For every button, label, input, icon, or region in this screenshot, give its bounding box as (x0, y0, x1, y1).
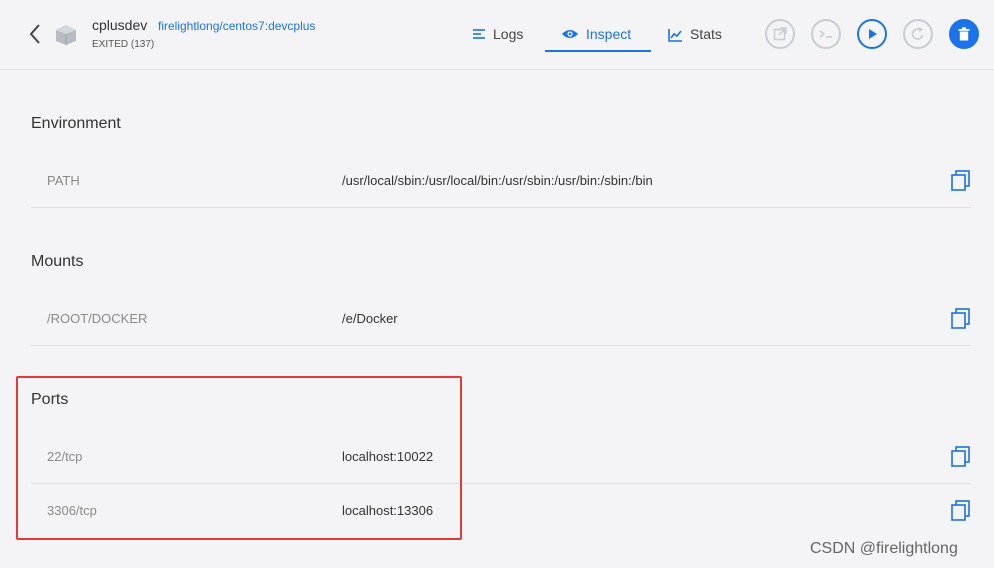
open-in-browser-button[interactable] (765, 19, 795, 49)
container-header: cplusdev firelightlong/centos7:devcplus … (0, 0, 994, 70)
cli-icon (819, 30, 832, 38)
env-value: /usr/local/sbin:/usr/local/bin:/usr/sbin… (342, 173, 653, 188)
watermark: CSDN @firelightlong (810, 540, 958, 557)
tab-stats[interactable]: Stats (668, 18, 722, 52)
container-icon (56, 25, 76, 45)
tab-inspect-label: Inspect (586, 26, 632, 42)
stats-icon (668, 29, 682, 42)
restart-icon (911, 27, 924, 40)
copy-icon[interactable] (951, 446, 971, 468)
env-key: PATH (47, 173, 80, 188)
tab-logs-label: Logs (493, 26, 524, 42)
mount-row: /ROOT/DOCKER /e/Docker (31, 292, 971, 346)
open-in-browser-icon (773, 27, 787, 41)
tab-stats-label: Stats (690, 26, 722, 42)
mount-value: /e/Docker (342, 311, 398, 326)
environment-section-title: Environment (31, 115, 121, 132)
delete-icon (958, 27, 970, 41)
cli-button[interactable] (811, 19, 841, 49)
env-row: PATH /usr/local/sbin:/usr/local/bin:/usr… (31, 154, 971, 208)
tab-inspect[interactable]: Inspect (545, 18, 651, 52)
mounts-section-title: Mounts (31, 253, 84, 270)
logs-icon (473, 29, 485, 39)
copy-icon[interactable] (951, 500, 971, 522)
restart-button[interactable] (903, 19, 933, 49)
container-name: cplusdev (92, 17, 148, 33)
tab-logs[interactable]: Logs (472, 18, 523, 52)
start-icon (869, 29, 877, 39)
delete-button[interactable] (949, 19, 979, 49)
eye-icon (562, 30, 578, 38)
mount-key: /ROOT/DOCKER (47, 311, 148, 326)
copy-icon[interactable] (951, 308, 971, 330)
chevron-left-icon (29, 24, 40, 44)
copy-icon[interactable] (951, 170, 971, 192)
back-button[interactable] (24, 22, 46, 46)
container-status: EXITED (137) (92, 39, 155, 50)
start-button[interactable] (857, 19, 887, 49)
ports-highlight-box (16, 376, 462, 540)
image-link[interactable]: firelightlong/centos7:devcplus (158, 19, 315, 33)
